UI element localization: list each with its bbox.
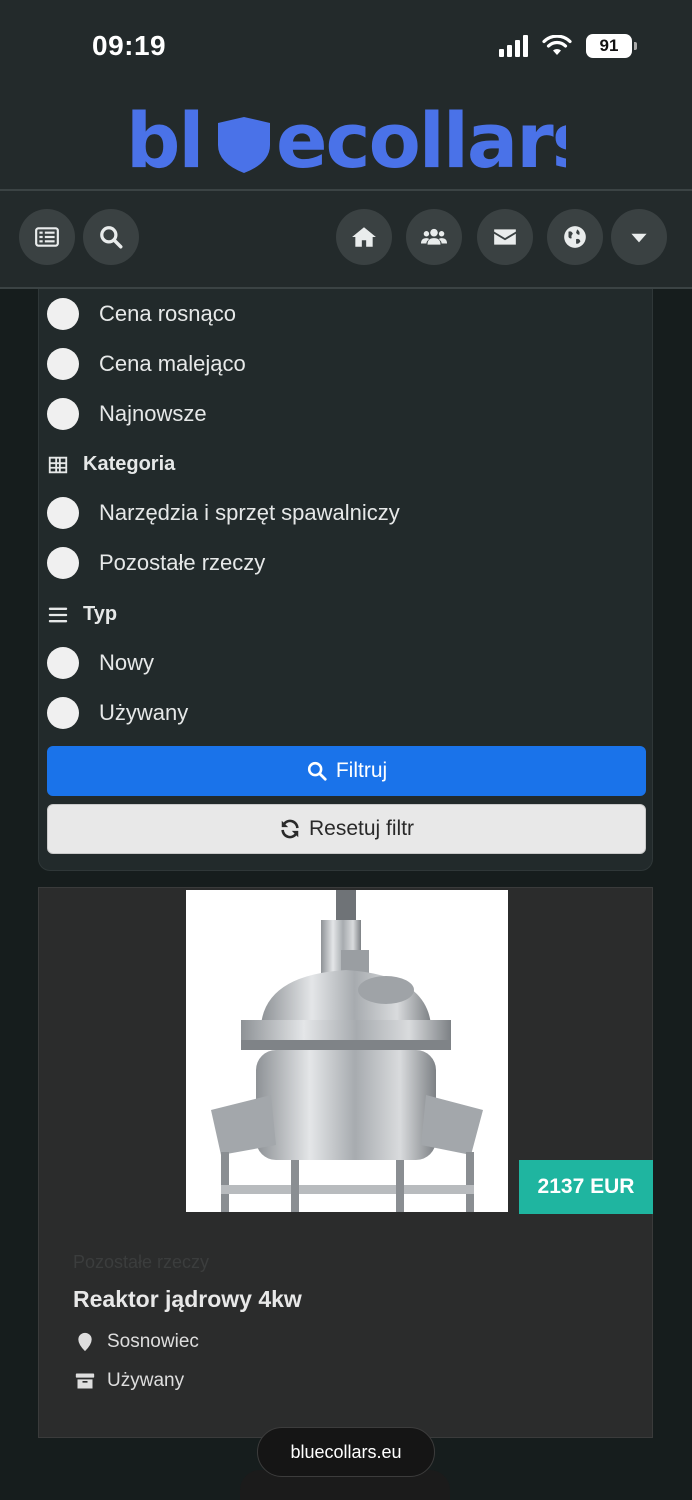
home-button[interactable] — [336, 209, 392, 265]
sort-option-newest[interactable]: Najnowsze — [47, 398, 207, 430]
condition-text: Używany — [107, 1370, 185, 1391]
site-header: bl ecollars — [0, 95, 692, 190]
category-option-welding[interactable]: Narzędzia i sprzęt spawalniczy — [47, 497, 400, 529]
mail-button[interactable] — [477, 209, 533, 265]
cellular-signal-icon — [499, 35, 528, 57]
sort-option-price-desc[interactable]: Cena malejąco — [47, 348, 246, 380]
dropdown-icon — [631, 233, 647, 243]
type-option-used[interactable]: Używany — [47, 697, 188, 729]
type-heading-label: Typ — [83, 603, 118, 625]
svg-text:ecollars: ecollars — [276, 96, 566, 185]
radio-label: Używany — [99, 700, 189, 725]
brand-logo[interactable]: bl ecollars — [126, 95, 597, 187]
battery-level: 91 — [599, 36, 619, 55]
listing-card[interactable]: 2137 EUR Pozostałe rzeczy Reaktor jądrow… — [38, 887, 653, 1438]
radio-button[interactable] — [47, 547, 79, 579]
radio-button[interactable] — [47, 697, 79, 729]
list-lines-icon — [48, 607, 68, 622]
nav-bar — [0, 191, 692, 289]
menu-list-icon — [35, 227, 59, 247]
svg-text:bl: bl — [126, 96, 202, 185]
home-icon — [352, 227, 376, 247]
radio-button[interactable] — [47, 647, 79, 679]
more-dropdown-button[interactable] — [611, 209, 667, 265]
wifi-icon — [542, 35, 572, 55]
category-option-other[interactable]: Pozostałe rzeczy — [47, 547, 265, 579]
listing-location: Sosnowiec — [75, 1331, 199, 1353]
sort-option-price-asc[interactable]: Cena rosnąco — [47, 298, 236, 330]
location-text: Sosnowiec — [107, 1331, 199, 1352]
radio-label: Pozostałe rzeczy — [99, 550, 266, 575]
price-badge: 2137 EUR — [519, 1160, 653, 1214]
users-button[interactable] — [406, 209, 462, 265]
reactor-image — [186, 890, 508, 1212]
table-grid-icon — [48, 456, 68, 473]
archive-box-icon — [75, 1373, 95, 1389]
filter-panel: Cena rosnąco Cena malejąco Najnowsze Kat… — [38, 289, 653, 871]
mail-icon — [494, 229, 516, 245]
refresh-icon — [281, 819, 299, 839]
radio-label: Najnowsze — [99, 401, 207, 426]
battery-indicator: 91 — [586, 34, 637, 58]
type-option-new[interactable]: Nowy — [47, 647, 154, 679]
language-button[interactable] — [547, 209, 603, 265]
radio-button[interactable] — [47, 348, 79, 380]
radio-button[interactable] — [47, 398, 79, 430]
radio-button[interactable] — [47, 497, 79, 529]
radio-button[interactable] — [47, 298, 79, 330]
status-bar: 09:19 91 — [0, 0, 692, 95]
reset-filter-button[interactable]: Resetuj filtr — [47, 804, 646, 854]
radio-label: Cena rosnąco — [99, 301, 236, 326]
category-heading: Kategoria — [47, 453, 175, 476]
listing-title[interactable]: Reaktor jądrowy 4kw — [73, 1286, 302, 1313]
radio-label: Cena malejąco — [99, 351, 246, 376]
listing-category: Pozostałe rzeczy — [73, 1252, 210, 1272]
map-pin-icon — [78, 1332, 92, 1352]
type-heading: Typ — [47, 603, 117, 626]
listing-condition: Używany — [75, 1370, 184, 1392]
category-heading-label: Kategoria — [83, 453, 176, 475]
search-icon — [100, 226, 123, 249]
reset-button-label: Resetuj filtr — [308, 817, 415, 840]
filter-button-label: Filtruj — [335, 759, 388, 782]
search-button[interactable] — [83, 209, 139, 265]
users-icon — [421, 228, 447, 245]
radio-label: Nowy — [99, 650, 155, 675]
menu-button[interactable] — [19, 209, 75, 265]
listing-image[interactable] — [186, 890, 508, 1212]
search-icon — [307, 761, 327, 781]
url-text: bluecollars.eu — [290, 1441, 402, 1462]
status-icons: 91 — [499, 34, 637, 58]
radio-label: Narzędzia i sprzęt spawalniczy — [99, 500, 400, 525]
browser-url-bar[interactable]: bluecollars.eu — [257, 1427, 435, 1477]
clock: 09:19 — [92, 30, 167, 61]
shield-logo-icon — [218, 117, 270, 173]
globe-icon — [564, 226, 586, 248]
filter-button[interactable]: Filtruj — [47, 746, 646, 796]
